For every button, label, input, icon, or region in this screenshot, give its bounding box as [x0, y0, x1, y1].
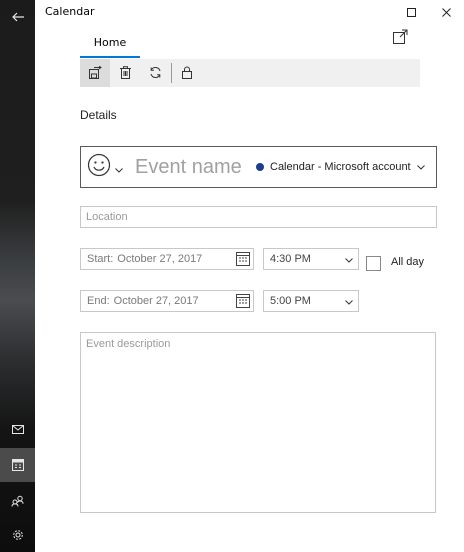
tab-home[interactable]: Home — [80, 28, 140, 58]
ribbon-tabs: Home — [80, 28, 420, 58]
delete-icon — [119, 64, 131, 83]
calendar-picker-icon — [236, 252, 250, 269]
details-heading: Details — [80, 108, 117, 122]
app-sidebar — [0, 0, 35, 552]
event-description-input[interactable] — [81, 333, 435, 512]
sidebar-item-people[interactable] — [0, 484, 35, 518]
close-button[interactable] — [430, 0, 462, 22]
sidebar-item-settings[interactable] — [0, 518, 35, 552]
title-bar: Calendar — [35, 0, 464, 24]
command-bar — [80, 59, 420, 87]
calendar-picker-icon — [236, 294, 250, 311]
save-close-icon — [88, 64, 102, 83]
end-date-picker[interactable]: End: October 27, 2017 — [80, 290, 254, 312]
end-time-value: 5:00 PM — [270, 295, 311, 307]
sidebar-item-mail[interactable] — [0, 412, 35, 446]
back-arrow-icon — [11, 12, 25, 22]
calendar-select-label: Calendar - Microsoft account — [270, 161, 411, 173]
mail-icon — [11, 424, 24, 434]
sidebar-item-calendar[interactable] — [0, 448, 35, 482]
settings-icon — [12, 529, 24, 541]
smiley-icon — [87, 153, 111, 181]
location-input[interactable] — [81, 207, 436, 227]
calendar-select[interactable]: Calendar - Microsoft account — [256, 155, 425, 179]
start-date-picker[interactable]: Start: October 27, 2017 — [80, 248, 254, 270]
event-description-field[interactable] — [80, 332, 436, 513]
private-button[interactable] — [172, 59, 202, 87]
end-time-picker[interactable]: 5:00 PM — [263, 290, 359, 312]
start-date-value: October 27, 2017 — [117, 253, 203, 265]
start-label: Start: — [87, 253, 114, 265]
calendar-color-dot — [256, 163, 264, 171]
event-name-box: Calendar - Microsoft account — [80, 146, 437, 188]
start-time-picker[interactable]: 4:30 PM — [263, 248, 359, 270]
delete-button[interactable] — [110, 59, 140, 87]
calendar-icon — [11, 459, 24, 471]
all-day-label: All day — [391, 256, 425, 268]
all-day-checkbox[interactable] — [366, 256, 381, 271]
end-date-value: October 27, 2017 — [113, 295, 199, 307]
people-icon — [11, 495, 24, 507]
event-name-input[interactable] — [135, 153, 245, 181]
popout-icon — [392, 29, 408, 49]
end-label: End: — [87, 295, 110, 307]
maximize-icon — [406, 2, 416, 21]
chevron-down-icon — [115, 158, 123, 177]
save-close-button[interactable] — [80, 59, 110, 87]
lock-icon — [182, 64, 192, 83]
popout-button[interactable] — [392, 29, 410, 47]
start-time-value: 4:30 PM — [270, 253, 311, 265]
back-button[interactable] — [0, 0, 35, 34]
close-icon — [441, 2, 451, 21]
emoji-picker-button[interactable] — [87, 153, 127, 181]
maximize-button[interactable] — [395, 0, 427, 22]
chevron-down-icon — [416, 161, 425, 173]
chevron-down-icon — [345, 254, 353, 266]
repeat-button[interactable] — [140, 59, 170, 87]
location-field[interactable] — [80, 206, 437, 228]
chevron-down-icon — [345, 296, 353, 308]
app-title: Calendar — [45, 5, 95, 18]
repeat-icon — [149, 64, 162, 83]
